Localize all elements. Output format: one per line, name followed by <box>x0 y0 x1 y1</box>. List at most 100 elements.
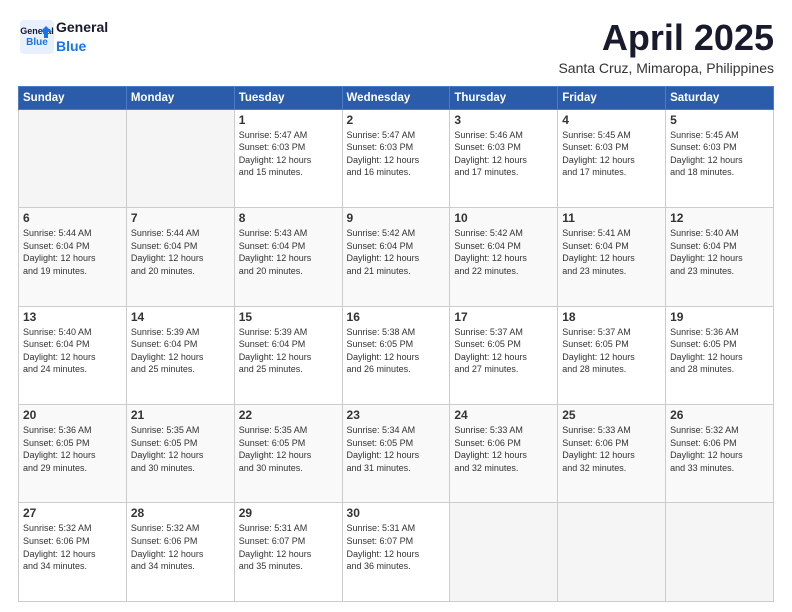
cell-info: Sunrise: 5:34 AM Sunset: 6:05 PM Dayligh… <box>347 424 446 474</box>
calendar-cell: 12Sunrise: 5:40 AM Sunset: 6:04 PM Dayli… <box>666 208 774 306</box>
week-row-3: 13 Sunrise: 5:40 AM Sunset: 6:04 PM Dayli… <box>19 306 774 404</box>
cell-info: Sunrise: 5:39 AM Sunset: 6:04 PM Dayligh… <box>239 326 338 376</box>
cell-info: Sunrise: 5:45 AM Sunset: 6:03 PM Dayligh… <box>670 129 769 179</box>
col-header-monday: Monday <box>126 86 234 109</box>
day-number: 14 <box>131 310 230 324</box>
day-number: 26 <box>670 408 769 422</box>
day-number: 13 <box>23 310 122 324</box>
day-number: 20 <box>23 408 122 422</box>
day-number: 2 <box>347 113 446 127</box>
logo: General Blue General Blue <box>18 18 108 56</box>
month-title: April 2025 <box>558 18 774 58</box>
calendar-cell <box>450 503 558 602</box>
day-number: 17 <box>454 310 553 324</box>
cell-info: Sunrise: 5:37 AM Sunset: 6:05 PM Dayligh… <box>562 326 661 376</box>
day-number: 7 <box>131 211 230 225</box>
calendar-cell: 22Sunrise: 5:35 AM Sunset: 6:05 PM Dayli… <box>234 405 342 503</box>
cell-info: Sunrise: 5:33 AM Sunset: 6:06 PM Dayligh… <box>562 424 661 474</box>
col-header-sunday: Sunday <box>19 86 127 109</box>
calendar-cell: 16 Sunrise: 5:38 AM Sunset: 6:05 PM Dayli… <box>342 306 450 404</box>
calendar-cell <box>666 503 774 602</box>
calendar-cell: 3 Sunrise: 5:46 AM Sunset: 6:03 PM Daylig… <box>450 109 558 207</box>
logo-text: General Blue <box>56 18 108 56</box>
day-number: 23 <box>347 408 446 422</box>
cell-info: Sunrise: 5:41 AM Sunset: 6:04 PM Dayligh… <box>562 227 661 277</box>
calendar-cell: 5Sunrise: 5:45 AM Sunset: 6:03 PM Daylig… <box>666 109 774 207</box>
day-number: 4 <box>562 113 661 127</box>
cell-info: Sunrise: 5:38 AM Sunset: 6:05 PM Dayligh… <box>347 326 446 376</box>
calendar-table: SundayMondayTuesdayWednesdayThursdayFrid… <box>18 86 774 602</box>
cell-info: Sunrise: 5:36 AM Sunset: 6:05 PM Dayligh… <box>23 424 122 474</box>
day-number: 10 <box>454 211 553 225</box>
logo-icon: General Blue <box>18 18 56 56</box>
cell-info: Sunrise: 5:32 AM Sunset: 6:06 PM Dayligh… <box>131 522 230 572</box>
cell-info: Sunrise: 5:47 AM Sunset: 6:03 PM Dayligh… <box>239 129 338 179</box>
day-number: 22 <box>239 408 338 422</box>
logo-blue: Blue <box>56 38 86 54</box>
week-row-2: 6Sunrise: 5:44 AM Sunset: 6:04 PM Daylig… <box>19 208 774 306</box>
calendar-cell: 14 Sunrise: 5:39 AM Sunset: 6:04 PM Dayli… <box>126 306 234 404</box>
header: General Blue General Blue April 2025 San… <box>18 18 774 76</box>
title-block: April 2025 Santa Cruz, Mimaropa, Philipp… <box>558 18 774 76</box>
calendar-cell: 15 Sunrise: 5:39 AM Sunset: 6:04 PM Dayli… <box>234 306 342 404</box>
day-number: 25 <box>562 408 661 422</box>
cell-info: Sunrise: 5:42 AM Sunset: 6:04 PM Dayligh… <box>347 227 446 277</box>
location: Santa Cruz, Mimaropa, Philippines <box>558 60 774 76</box>
cell-info: Sunrise: 5:43 AM Sunset: 6:04 PM Dayligh… <box>239 227 338 277</box>
logo-general: General <box>56 19 108 35</box>
day-number: 12 <box>670 211 769 225</box>
day-number: 8 <box>239 211 338 225</box>
calendar-cell: 9 Sunrise: 5:42 AM Sunset: 6:04 PM Daylig… <box>342 208 450 306</box>
day-number: 15 <box>239 310 338 324</box>
week-row-5: 27 Sunrise: 5:32 AM Sunset: 6:06 PM Dayli… <box>19 503 774 602</box>
calendar-cell: 4 Sunrise: 5:45 AM Sunset: 6:03 PM Daylig… <box>558 109 666 207</box>
calendar-cell: 6Sunrise: 5:44 AM Sunset: 6:04 PM Daylig… <box>19 208 127 306</box>
calendar-cell: 20 Sunrise: 5:36 AM Sunset: 6:05 PM Dayli… <box>19 405 127 503</box>
day-number: 27 <box>23 506 122 520</box>
cell-info: Sunrise: 5:44 AM Sunset: 6:04 PM Dayligh… <box>23 227 122 277</box>
calendar-cell: 23 Sunrise: 5:34 AM Sunset: 6:05 PM Dayli… <box>342 405 450 503</box>
calendar-cell: 24 Sunrise: 5:33 AM Sunset: 6:06 PM Dayli… <box>450 405 558 503</box>
calendar-cell: 25 Sunrise: 5:33 AM Sunset: 6:06 PM Dayli… <box>558 405 666 503</box>
cell-info: Sunrise: 5:45 AM Sunset: 6:03 PM Dayligh… <box>562 129 661 179</box>
cell-info: Sunrise: 5:46 AM Sunset: 6:03 PM Dayligh… <box>454 129 553 179</box>
calendar-cell: 27Sunrise: 5:32 AM Sunset: 6:06 PM Dayli… <box>19 503 127 602</box>
col-header-tuesday: Tuesday <box>234 86 342 109</box>
cell-info: Sunrise: 5:32 AM Sunset: 6:06 PM Dayligh… <box>670 424 769 474</box>
calendar-cell: 10 Sunrise: 5:42 AM Sunset: 6:04 PM Dayli… <box>450 208 558 306</box>
day-number: 16 <box>347 310 446 324</box>
calendar-cell: 13 Sunrise: 5:40 AM Sunset: 6:04 PM Dayli… <box>19 306 127 404</box>
calendar-cell: 7 Sunrise: 5:44 AM Sunset: 6:04 PM Daylig… <box>126 208 234 306</box>
calendar-cell: 30Sunrise: 5:31 AM Sunset: 6:07 PM Dayli… <box>342 503 450 602</box>
day-number: 21 <box>131 408 230 422</box>
calendar-cell: 17Sunrise: 5:37 AM Sunset: 6:05 PM Dayli… <box>450 306 558 404</box>
week-row-4: 20 Sunrise: 5:36 AM Sunset: 6:05 PM Dayli… <box>19 405 774 503</box>
calendar-cell <box>558 503 666 602</box>
calendar-cell: 29 Sunrise: 5:31 AM Sunset: 6:07 PM Dayli… <box>234 503 342 602</box>
calendar-cell: 11Sunrise: 5:41 AM Sunset: 6:04 PM Dayli… <box>558 208 666 306</box>
day-number: 19 <box>670 310 769 324</box>
day-number: 9 <box>347 211 446 225</box>
svg-text:Blue: Blue <box>26 37 48 48</box>
calendar-cell: 21Sunrise: 5:35 AM Sunset: 6:05 PM Dayli… <box>126 405 234 503</box>
day-number: 1 <box>239 113 338 127</box>
week-row-1: 1 Sunrise: 5:47 AM Sunset: 6:03 PM Daylig… <box>19 109 774 207</box>
calendar-cell: 19Sunrise: 5:36 AM Sunset: 6:05 PM Dayli… <box>666 306 774 404</box>
cell-info: Sunrise: 5:33 AM Sunset: 6:06 PM Dayligh… <box>454 424 553 474</box>
page: General Blue General Blue April 2025 San… <box>0 0 792 612</box>
col-header-wednesday: Wednesday <box>342 86 450 109</box>
day-number: 18 <box>562 310 661 324</box>
cell-info: Sunrise: 5:42 AM Sunset: 6:04 PM Dayligh… <box>454 227 553 277</box>
cell-info: Sunrise: 5:39 AM Sunset: 6:04 PM Dayligh… <box>131 326 230 376</box>
calendar-cell: 26 Sunrise: 5:32 AM Sunset: 6:06 PM Dayli… <box>666 405 774 503</box>
calendar-cell: 8 Sunrise: 5:43 AM Sunset: 6:04 PM Daylig… <box>234 208 342 306</box>
day-number: 3 <box>454 113 553 127</box>
cell-info: Sunrise: 5:44 AM Sunset: 6:04 PM Dayligh… <box>131 227 230 277</box>
calendar-cell: 1 Sunrise: 5:47 AM Sunset: 6:03 PM Daylig… <box>234 109 342 207</box>
day-number: 24 <box>454 408 553 422</box>
cell-info: Sunrise: 5:40 AM Sunset: 6:04 PM Dayligh… <box>23 326 122 376</box>
calendar-header-row: SundayMondayTuesdayWednesdayThursdayFrid… <box>19 86 774 109</box>
calendar-cell: 28Sunrise: 5:32 AM Sunset: 6:06 PM Dayli… <box>126 503 234 602</box>
cell-info: Sunrise: 5:31 AM Sunset: 6:07 PM Dayligh… <box>239 522 338 572</box>
day-number: 29 <box>239 506 338 520</box>
